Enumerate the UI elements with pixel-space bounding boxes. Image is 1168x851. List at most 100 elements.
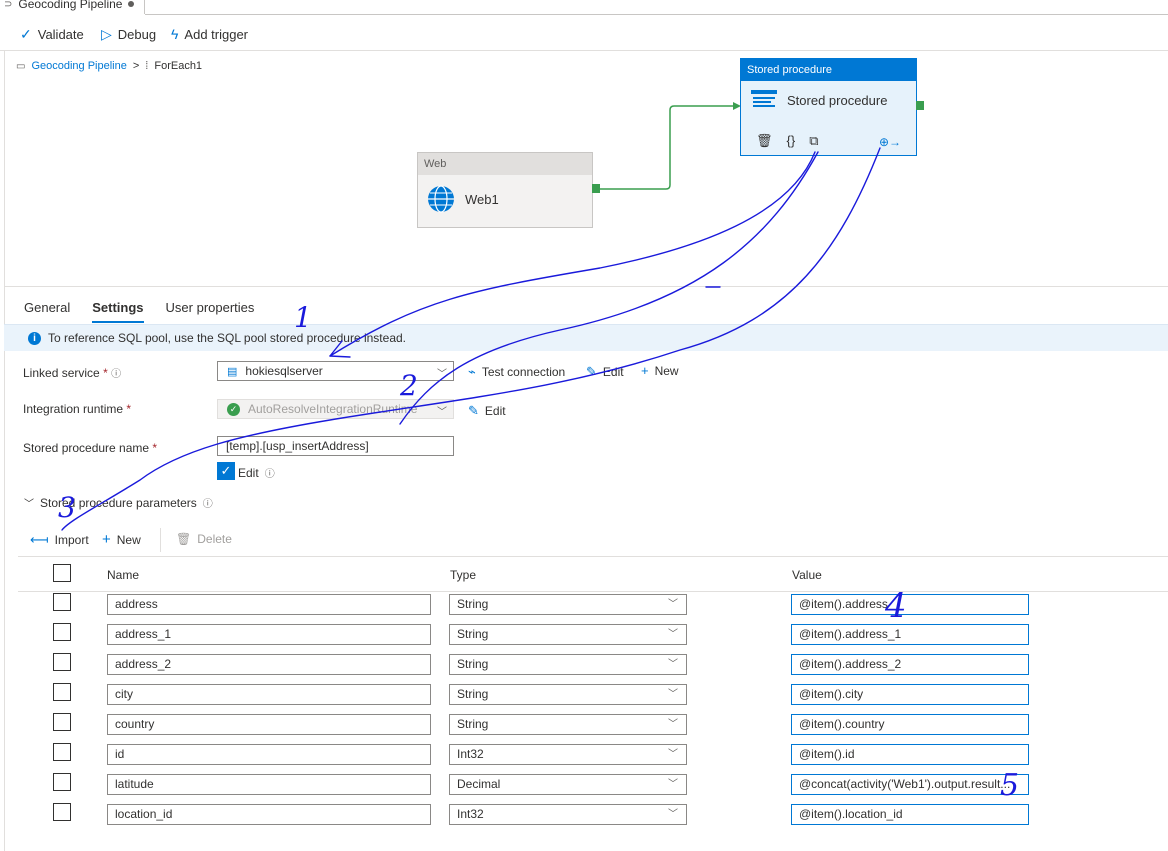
edit-runtime-button[interactable]: ✎ Edit [468,403,506,419]
param-name-input[interactable]: id [107,744,431,765]
web-node-name: Web1 [465,191,499,207]
param-value-input[interactable]: @item().address [791,594,1029,615]
param-value-input[interactable]: @item().address_1 [791,624,1029,645]
info-icon: i [28,331,41,345]
info-bar: i To reference SQL pool, use the SQL poo… [4,324,1168,351]
table-row: city String ﹀ @item().city [18,680,1168,710]
import-button[interactable]: ⟻ Import [30,532,89,548]
sp-output-port[interactable] [916,101,924,110]
linked-service-label: Linked service * ⓘ [23,366,122,380]
linked-service-select[interactable]: ▤ hokiesqlserver ﹀ [217,361,454,381]
success-icon: ✓ [227,402,240,416]
trash-icon: 🗑 [176,532,192,546]
globe-icon [428,185,454,213]
sp-name-value: [temp].[usp_insertAddress] [226,439,369,453]
param-value-input[interactable]: @item().country [791,714,1029,735]
chevron-down-icon: ﹀ [668,629,678,640]
header-value: Value [792,568,822,582]
row-checkbox[interactable] [53,683,71,701]
web-activity-node[interactable]: Web Web1 [417,152,593,228]
param-type-select[interactable]: Int32 ﹀ [449,744,687,765]
chevron-down-icon: ﹀ [437,407,447,418]
table-row: country String ﹀ @item().country [18,710,1168,740]
param-type-select[interactable]: Decimal ﹀ [449,774,687,795]
header-name: Name [107,568,140,582]
activity-connector [600,102,741,190]
param-type-select[interactable]: String ﹀ [449,654,687,675]
tab-general[interactable]: General [24,300,70,323]
pencil-icon: ✎ [468,403,479,418]
table-row: location_id Int32 ﹀ @item().location_id [18,800,1168,830]
select-all-checkbox[interactable] [53,564,71,582]
panel-divider [4,286,1168,287]
add-output-icon[interactable]: ⊕→ [879,135,901,149]
code-icon[interactable]: {} [787,133,796,149]
param-value-input[interactable]: @item().city [791,684,1029,705]
table-row: address_2 String ﹀ @item().address_2 [18,650,1168,680]
edit-checkbox-label: Edit ⓘ [238,465,275,481]
header-type: Type [450,568,477,582]
runtime-value: AutoResolveIntegrationRuntime [248,402,418,416]
row-checkbox[interactable] [53,773,71,791]
param-value-input[interactable]: @item().address_2 [791,654,1029,675]
row-checkbox[interactable] [53,593,71,611]
web-output-port[interactable] [592,184,600,193]
edit-checkbox[interactable]: ✓ [217,462,235,480]
runtime-select: ✓ AutoResolveIntegrationRuntime ﹀ [217,399,454,419]
tab-settings[interactable]: Settings [92,300,144,323]
plus-icon: + [102,531,111,548]
param-name-input[interactable]: country [107,714,431,735]
database-icon: ▤ [227,365,238,378]
copy-icon[interactable]: ⧉ [809,133,818,149]
row-checkbox[interactable] [53,653,71,671]
param-name-input[interactable]: latitude [107,774,431,795]
param-value-input[interactable]: @item().id [791,744,1029,765]
sp-node-type: Stored procedure [741,59,916,81]
param-name-input[interactable]: city [107,684,431,705]
param-type-select[interactable]: Int32 ﹀ [449,804,687,825]
chevron-down-icon: ﹀ [668,719,678,730]
info-text: To reference SQL pool, use the SQL pool … [48,331,406,345]
param-name-input[interactable]: address [107,594,431,615]
linked-service-value: hokiesqlserver [245,364,323,378]
param-type-select[interactable]: String ﹀ [449,624,687,645]
tab-user-properties[interactable]: User properties [166,300,255,323]
chevron-down-icon: ﹀ [668,749,678,760]
stored-procedure-node[interactable]: Stored procedure Stored procedure 🗑 {} ⧉… [740,58,917,156]
param-value-input[interactable]: @concat(activity('Web1').output.result..… [791,774,1029,795]
new-linked-service-button[interactable]: + New [641,363,679,378]
param-value-input[interactable]: @item().location_id [791,804,1029,825]
param-type-select[interactable]: String ﹀ [449,714,687,735]
table-row: address String ﹀ @item().address [18,590,1168,620]
info-icon: ⓘ [111,369,122,380]
pencil-icon: ✎ [586,364,597,379]
param-type-select[interactable]: String ﹀ [449,594,687,615]
import-icon: ⟻ [30,532,49,547]
chevron-down-icon: ﹀ [668,659,678,670]
params-section-toggle[interactable]: ﹀ Stored procedure parameters ⓘ [24,495,213,511]
param-name-input[interactable]: location_id [107,804,431,825]
action-divider [160,528,161,552]
param-name-input[interactable]: address_2 [107,654,431,675]
delete-icon[interactable]: 🗑 [756,133,773,149]
info-icon: ⓘ [264,469,275,480]
sp-name-label: Stored procedure name * [23,441,158,455]
table-row: latitude Decimal ﹀ @concat(activity('Web1')… [18,770,1168,800]
row-checkbox[interactable] [53,803,71,821]
test-connection-button[interactable]: ⌁ Test connection [468,364,565,380]
plug-icon: ⌁ [468,364,476,379]
param-name-input[interactable]: address_1 [107,624,431,645]
param-type-select[interactable]: String ﹀ [449,684,687,705]
sp-name-input[interactable]: [temp].[usp_insertAddress] [217,436,454,456]
chevron-down-icon: ﹀ [668,599,678,610]
new-param-button[interactable]: + New [102,531,141,548]
stored-procedure-icon [751,90,777,107]
chevron-down-icon: ﹀ [437,369,447,380]
delete-param-button[interactable]: 🗑 Delete [176,532,232,546]
row-checkbox[interactable] [53,743,71,761]
chevron-down-icon: ﹀ [668,779,678,790]
web-node-type: Web [418,153,592,175]
row-checkbox[interactable] [53,623,71,641]
row-checkbox[interactable] [53,713,71,731]
edit-linked-service-button[interactable]: ✎ Edit [586,364,624,380]
